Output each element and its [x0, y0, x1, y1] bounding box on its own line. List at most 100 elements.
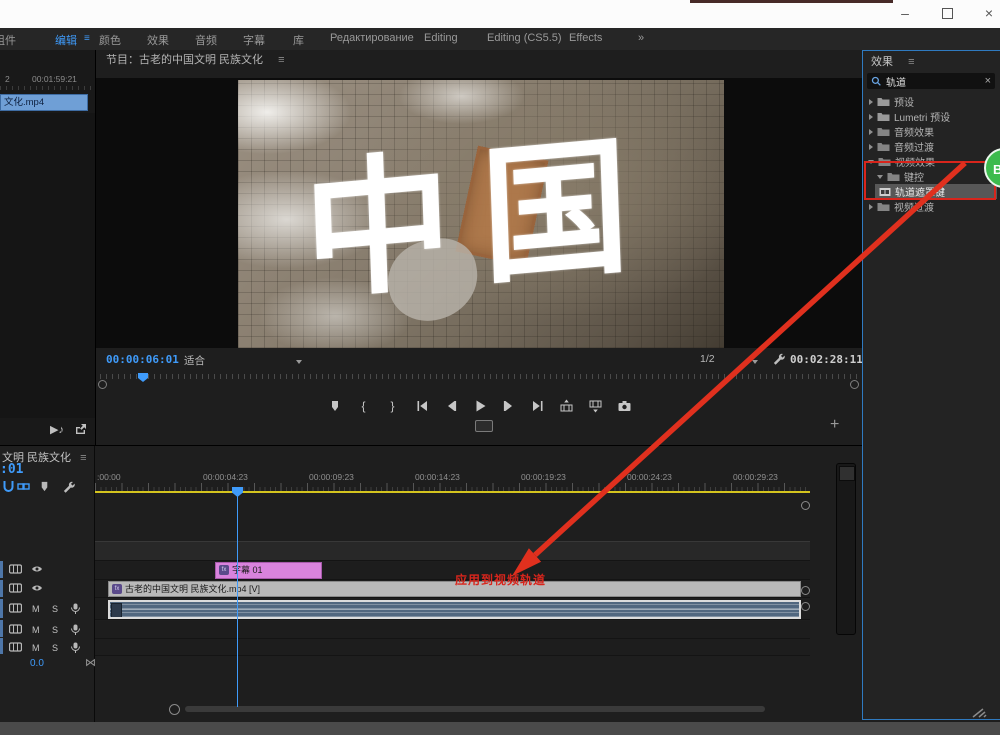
audio-clip[interactable]	[108, 600, 801, 619]
tab-editing-en[interactable]: Editing	[424, 32, 458, 44]
voiceover-mic-icon[interactable]	[70, 642, 81, 656]
voiceover-mic-icon[interactable]	[70, 603, 81, 617]
tab-effects[interactable]: 效果	[147, 32, 169, 48]
chevron-down-icon[interactable]	[296, 360, 302, 364]
chevron-right-icon[interactable]	[869, 99, 873, 105]
program-panel-menu-icon[interactable]: ≡	[266, 54, 284, 66]
mute-button[interactable]: M	[32, 604, 40, 614]
tab-effects-en[interactable]: Effects	[569, 32, 602, 44]
play-audio-button[interactable]: ▶♪	[50, 423, 64, 436]
button-editor-plus[interactable]: +	[830, 416, 839, 434]
extract-button[interactable]	[588, 399, 604, 414]
scrubber-right-handle[interactable]	[850, 380, 859, 389]
track-resize-handle[interactable]	[801, 602, 810, 611]
solo-button[interactable]: S	[52, 604, 58, 614]
linked-selection-icon[interactable]	[17, 480, 30, 498]
tab-overflow-chevron[interactable]: »	[638, 32, 644, 44]
step-back-button[interactable]	[443, 399, 459, 414]
mute-button[interactable]: M	[32, 643, 40, 653]
subtitle-clip[interactable]: fx字幕 01	[215, 562, 322, 579]
step-forward-button[interactable]	[501, 399, 517, 414]
solo-button[interactable]: S	[52, 643, 58, 653]
playback-resolution-dropdown[interactable]: 1/2	[700, 353, 715, 365]
master-audio-level[interactable]: 0.0	[30, 658, 44, 669]
chevron-right-icon[interactable]	[869, 144, 873, 150]
play-button[interactable]	[472, 399, 488, 414]
timeline-header-column: 文明 民族文化 ≡ :01	[0, 446, 95, 723]
add-marker-button[interactable]	[327, 399, 343, 414]
effects-tree-item-lumetri-presets[interactable]: Lumetri 预设	[863, 109, 1000, 124]
sync-lock-icon[interactable]	[9, 603, 22, 615]
audio-clip-badge-icon	[111, 603, 122, 618]
close-button[interactable]: ×	[974, 3, 1000, 23]
tab-audio[interactable]: 音频	[195, 32, 217, 48]
hscroll-left-handle[interactable]	[169, 704, 180, 715]
settings-wrench-icon[interactable]	[772, 352, 785, 368]
export-frame-camera-button[interactable]	[617, 399, 633, 414]
effects-title: 效果	[863, 56, 893, 68]
export-frame-icon[interactable]	[74, 423, 87, 439]
chevron-down-icon[interactable]	[752, 360, 758, 364]
timeline-ruler[interactable]	[95, 483, 810, 491]
chevron-right-icon[interactable]	[869, 129, 873, 135]
snap-icon[interactable]	[2, 480, 15, 498]
toggle-track-output-eye-icon[interactable]	[31, 583, 43, 595]
go-to-in-button[interactable]	[414, 399, 430, 414]
effects-tree-item-video-transitions[interactable]: 视频过渡	[863, 199, 1000, 214]
mute-button[interactable]: M	[32, 625, 40, 635]
sync-lock-icon[interactable]	[9, 624, 22, 636]
chevron-right-icon[interactable]	[869, 204, 873, 210]
fit-dropdown[interactable]: 适合	[184, 353, 205, 368]
effects-tree-item-presets[interactable]: 预设	[863, 94, 1000, 109]
mark-out-button[interactable]: }	[385, 399, 401, 414]
timeline-settings-wrench-icon[interactable]	[62, 480, 75, 498]
tab-assembly[interactable]: 组件	[0, 32, 16, 48]
solo-button[interactable]: S	[52, 625, 58, 635]
toggle-track-output-eye-icon[interactable]	[31, 564, 43, 576]
add-marker-icon[interactable]	[38, 480, 51, 498]
source-clip[interactable]: 文化.mp4	[0, 94, 88, 111]
program-scrubber[interactable]	[96, 372, 863, 390]
track-v3[interactable]	[95, 541, 810, 561]
work-area-bar[interactable]	[95, 491, 810, 493]
effects-search-input[interactable]: 轨道	[882, 74, 985, 89]
playhead-line[interactable]	[237, 487, 238, 707]
tab-editing-cs55[interactable]: Editing (CS5.5)	[487, 32, 562, 44]
video-clip-label: 古老的中国文明 民族文化.mp4 [V]	[125, 584, 260, 594]
scrubber-left-handle[interactable]	[98, 380, 107, 389]
effects-tree-item-audio-transitions[interactable]: 音频过渡	[863, 139, 1000, 154]
track-resize-handle[interactable]	[801, 501, 810, 510]
mark-in-button[interactable]: {	[356, 399, 372, 414]
effects-tree-item-audio-effects[interactable]: 音频效果	[863, 124, 1000, 139]
horizontal-scrollbar[interactable]	[185, 706, 765, 712]
tab-captions[interactable]: 字幕	[243, 32, 265, 48]
sync-lock-icon[interactable]	[9, 642, 22, 654]
vertical-scrollbar[interactable]	[836, 463, 856, 635]
resize-grip-icon[interactable]	[953, 703, 987, 724]
lift-button[interactable]	[559, 399, 575, 414]
search-clear-icon[interactable]: ×	[985, 76, 991, 86]
track-a3[interactable]	[95, 639, 810, 656]
maximize-button[interactable]	[932, 3, 962, 23]
timeline-panel-menu-icon[interactable]: ≡	[74, 452, 86, 464]
effects-panel-menu-icon[interactable]: ≡	[896, 56, 914, 68]
chevron-right-icon[interactable]	[869, 114, 873, 120]
tab-menu-icon[interactable]: ≡	[84, 33, 90, 44]
go-to-out-button[interactable]	[530, 399, 546, 414]
tab-color[interactable]: 颜色	[99, 32, 121, 48]
scrubber-playhead-icon[interactable]	[138, 373, 148, 382]
minimize-button[interactable]: –	[890, 3, 920, 23]
effects-search-box[interactable]: 轨道 ×	[867, 73, 995, 89]
tab-editing-ru[interactable]: Редактирование	[330, 32, 414, 44]
sync-lock-icon[interactable]	[9, 583, 22, 595]
sync-lock-icon[interactable]	[9, 564, 22, 576]
voiceover-mic-icon[interactable]	[70, 624, 81, 638]
track-v2[interactable]	[95, 562, 810, 580]
tab-libraries[interactable]: 库	[293, 32, 304, 48]
track-resize-handle[interactable]	[801, 586, 810, 595]
ruler-label: :00:00	[97, 472, 121, 482]
source-ruler: 2 00:01:59:21	[0, 72, 95, 90]
tab-editing-active[interactable]: 编辑	[55, 32, 77, 48]
track-a2[interactable]	[95, 621, 810, 639]
vertical-scrollbar-thumb[interactable]	[839, 466, 855, 481]
